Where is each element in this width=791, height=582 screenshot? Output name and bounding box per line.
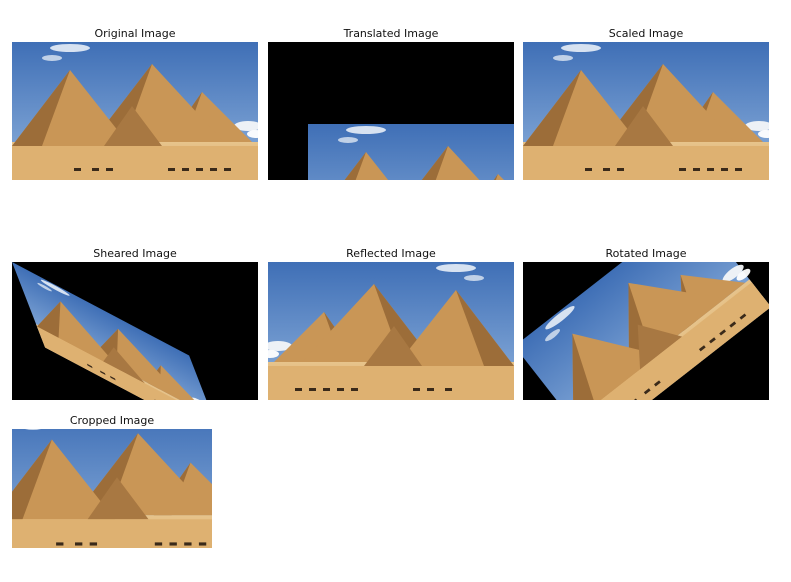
panel-title-original: Original Image [94,27,176,40]
sheared-image [12,262,258,400]
scaled-image [523,42,769,180]
panel-title-translated: Translated Image [343,27,439,40]
panel-title-sheared: Sheared Image [93,247,177,260]
reflected-image [268,262,514,400]
panel-title-reflected: Reflected Image [346,247,436,260]
translated-image [268,42,514,180]
panel-title-cropped: Cropped Image [69,414,155,427]
original-image [12,42,258,180]
rotated-image [523,262,769,400]
cropped-image [12,429,212,548]
panel-title-scaled: Scaled Image [608,27,684,40]
panel-title-rotated: Rotated Image [605,247,687,260]
